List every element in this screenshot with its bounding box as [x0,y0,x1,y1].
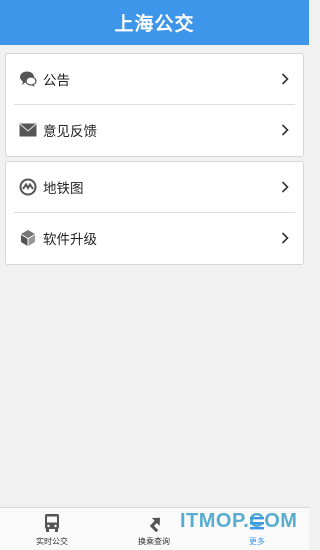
menu-group-2: 地铁图 软件升级 [5,161,304,265]
menu-item-label: 意见反馈 [43,124,97,140]
chevron-right-icon [277,179,293,195]
tab-label: 实时公交 [36,537,68,546]
tab-realtime-bus[interactable]: 实时公交 [12,512,92,550]
menu-item-feedback[interactable]: 意见反馈 [6,105,303,155]
app-header: 上海公交 [0,0,309,45]
chevron-right-icon [277,122,293,138]
tab-label: 换乘查询 [138,537,170,546]
transfer-arrow-icon [143,512,165,534]
upgrade-box-icon [19,229,37,247]
menu-item-label: 软件升级 [43,232,97,248]
bus-icon [41,512,63,534]
speech-bubbles-icon [19,70,37,88]
watermark-logo: ITMOP.COM [180,510,298,532]
menu-group-1: 公告 意见反馈 [5,53,304,157]
page-title: 上海公交 [114,13,195,35]
menu-item-label: 地铁图 [43,181,84,197]
menu-item-metro-map[interactable]: 地铁图 [6,162,303,212]
envelope-icon [19,121,37,139]
tab-label: 更多 [249,537,265,546]
menu-item-announcement[interactable]: 公告 [6,54,303,104]
menu-item-software-upgrade[interactable]: 软件升级 [6,213,303,263]
chevron-right-icon [277,230,293,246]
metro-logo-icon [19,178,37,196]
chevron-right-icon [277,71,293,87]
menu-item-label: 公告 [43,73,70,89]
